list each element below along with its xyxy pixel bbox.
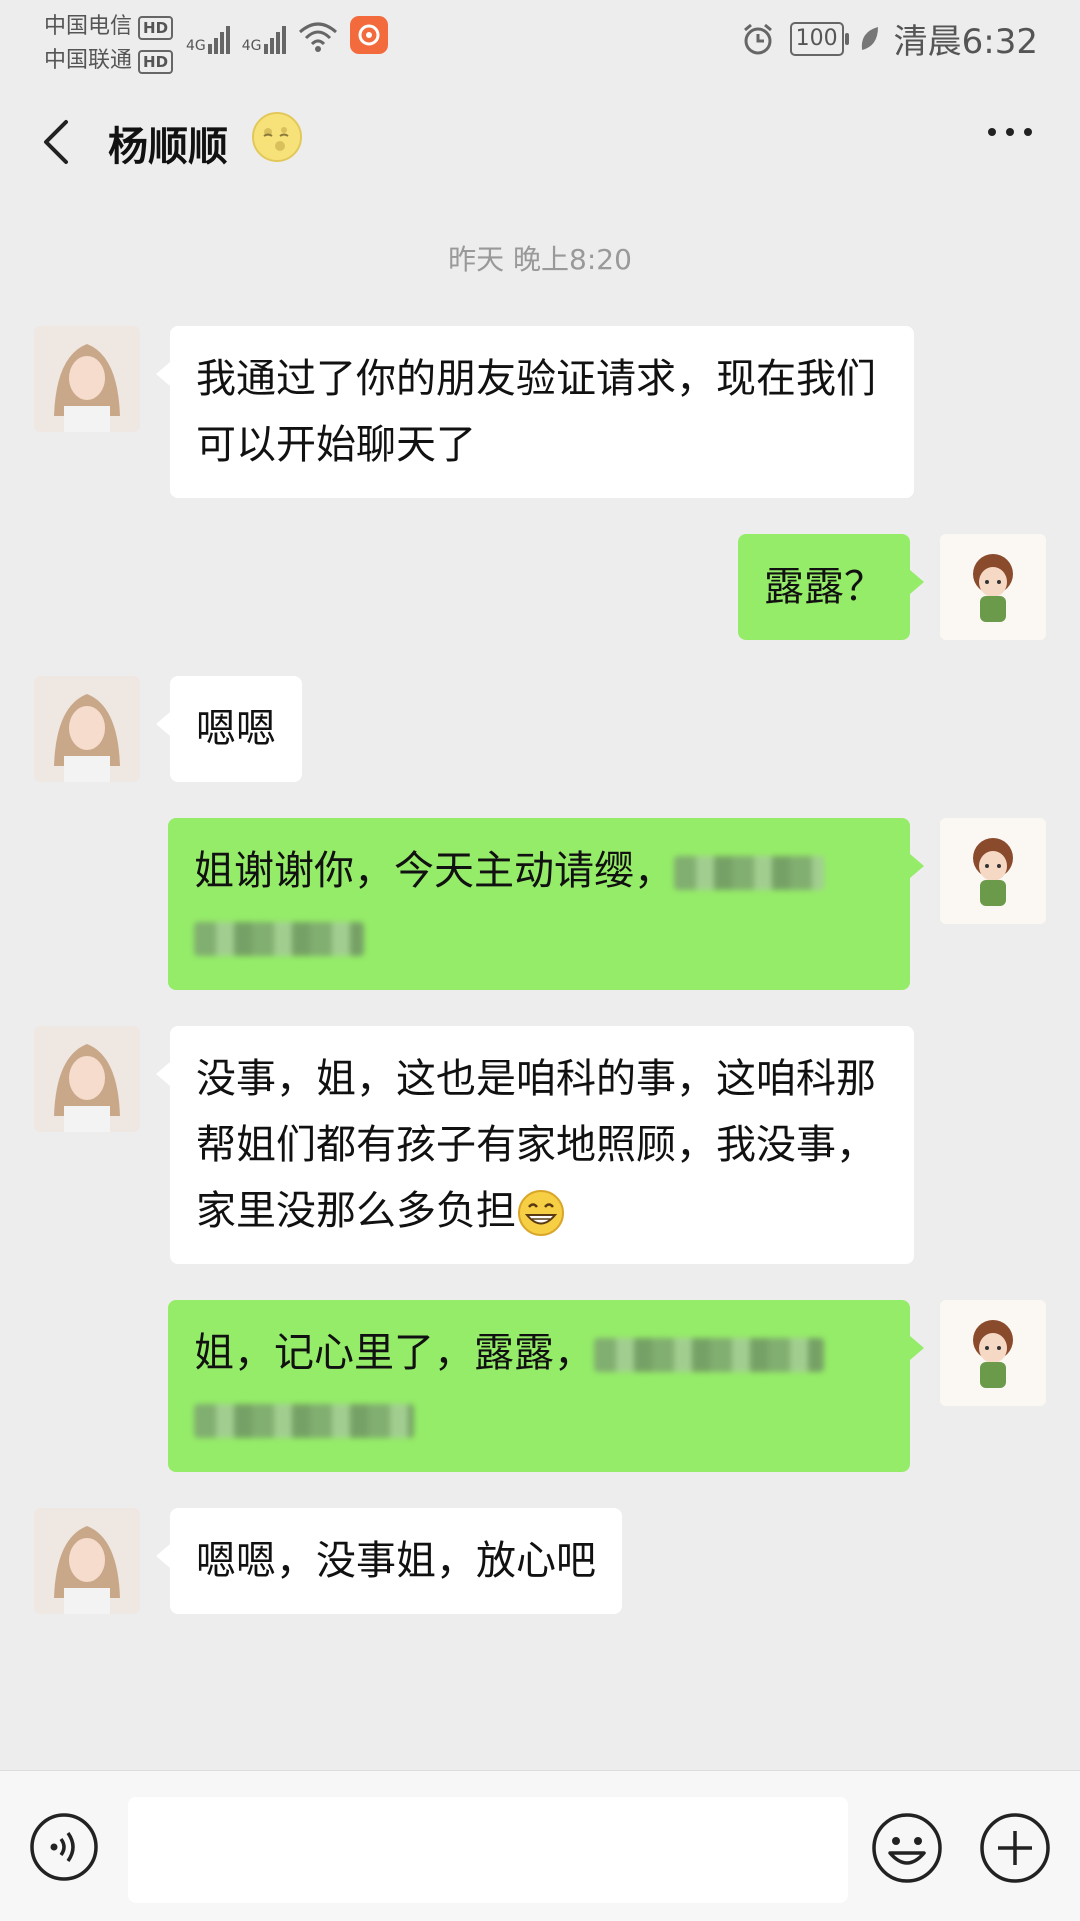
message-bubble-sent[interactable]: 露露？ (738, 534, 924, 640)
status-bar: 中国电信 HD 中国联通 HD 4G 4G 100 清晨6:32 (0, 0, 1080, 80)
contact-name: 杨顺顺 (108, 124, 228, 170)
message-bubble-sent[interactable]: 姐谢谢你，今天主动请缨， (168, 818, 924, 990)
signal-icon-2: 4G (242, 26, 286, 54)
alarm-icon (743, 23, 772, 54)
message-bubble-received[interactable]: 嗯嗯，没事姐，放心吧 (156, 1508, 622, 1614)
back-arrow-icon[interactable] (36, 114, 76, 170)
redacted-text (194, 922, 364, 956)
redacted-text (194, 1404, 414, 1438)
clock: 清晨6:32 (893, 22, 1038, 62)
chat-header: 杨顺顺 (0, 80, 1080, 200)
carrier-2: 中国联通 HD (44, 42, 174, 74)
wifi-icon (298, 22, 337, 52)
contact-avatar[interactable] (34, 326, 140, 432)
status-right: 100 清晨6:32 (740, 14, 1038, 63)
more-options-icon[interactable] (988, 128, 1032, 136)
moon-face-icon (252, 112, 302, 162)
signal-icon-1: 4G (186, 26, 230, 54)
message-timestamp: 昨天 晚上8:20 (448, 243, 632, 276)
message-bubble-sent[interactable]: 姐，记心里了，露露， (168, 1300, 924, 1472)
my-avatar[interactable] (940, 818, 1046, 924)
message-input[interactable] (128, 1797, 848, 1903)
app-notification-icon (349, 16, 388, 54)
emoji-icon[interactable] (870, 1811, 944, 1885)
leaf-icon (861, 26, 878, 50)
signal-indicators: 4G 4G (186, 14, 388, 54)
redacted-text (674, 856, 824, 890)
redacted-text (594, 1338, 824, 1372)
message-bubble-received[interactable]: 嗯嗯 (156, 676, 302, 782)
message-bubble-received[interactable]: 我通过了你的朋友验证请求，现在我们可以开始聊天了 (156, 326, 914, 498)
carrier-1: 中国电信 HD (44, 8, 174, 40)
voice-input-icon[interactable] (28, 1811, 100, 1883)
grinning-face-icon (518, 1190, 564, 1236)
my-avatar[interactable] (940, 534, 1046, 640)
contact-avatar[interactable] (34, 1026, 140, 1132)
contact-avatar[interactable] (34, 676, 140, 782)
contact-avatar[interactable] (34, 1508, 140, 1614)
plus-icon[interactable] (978, 1811, 1052, 1885)
message-bubble-received[interactable]: 没事，姐，这也是咱科的事，这咱科那帮姐们都有孩子有家地照顾，我没事，家里没那么多… (156, 1026, 914, 1264)
my-avatar[interactable] (940, 1300, 1046, 1406)
battery-indicator: 100 (789, 21, 849, 56)
chat-input-bar (0, 1770, 1080, 1921)
